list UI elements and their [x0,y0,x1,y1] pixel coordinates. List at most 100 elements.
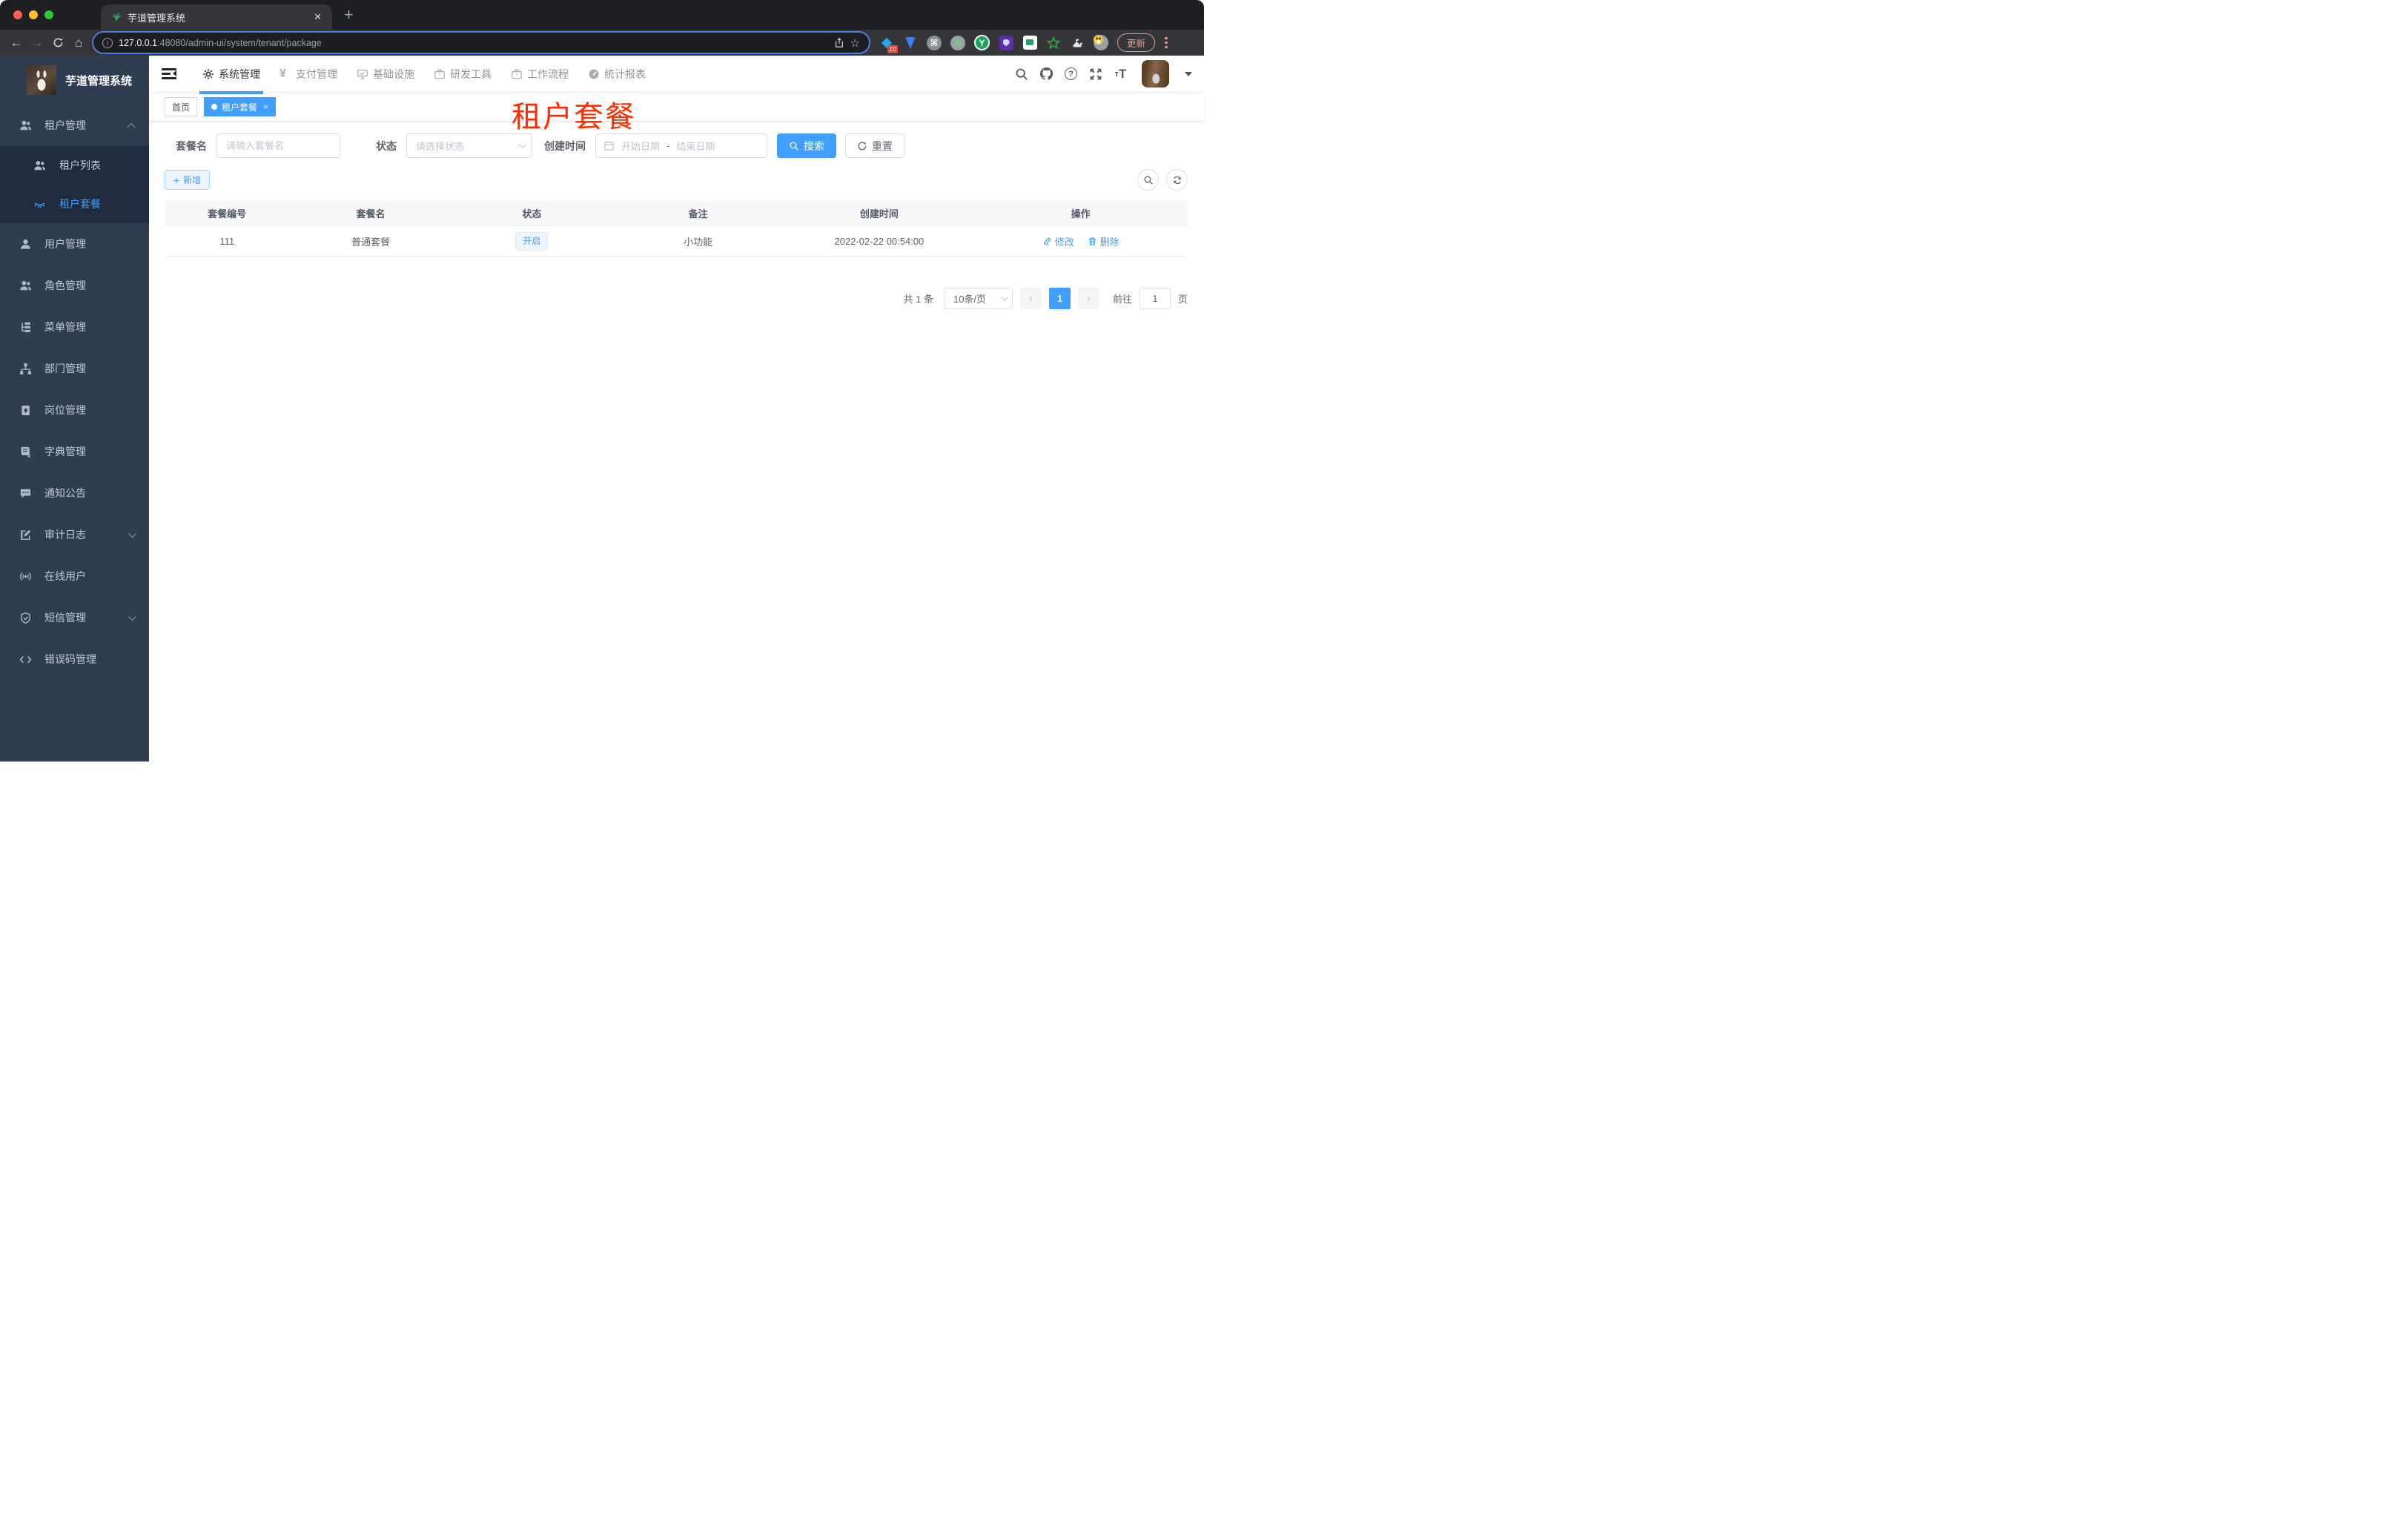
topnav-item-infra[interactable]: 基础设施 [347,56,424,93]
sidebar-item-dept-management[interactable]: 部门管理 [0,348,149,389]
sidebar-item-tenant-management[interactable]: 租户管理 [0,105,149,146]
extension-chat-icon[interactable] [1022,36,1037,50]
package-table: 套餐编号 套餐名 状态 备注 创建时间 操作 111 普通套餐 开启 小功能 2… [165,201,1188,257]
avatar[interactable] [1142,60,1169,87]
page-unit-label: 页 [1177,294,1188,305]
start-date-placeholder[interactable]: 开始日期 [621,139,660,153]
chrome-menu-icon[interactable] [1161,37,1171,48]
browser-tab[interactable]: 芋道管理系统 ✕ [101,4,332,30]
end-date-placeholder[interactable]: 结束日期 [676,139,715,153]
extension-y-icon[interactable]: Y [974,35,990,50]
extension-shield-icon[interactable] [999,35,1013,50]
extension-gem-icon[interactable] [903,36,918,50]
goto-label: 前往 [1112,294,1132,305]
profile-emoji-icon[interactable] [1094,35,1108,50]
gear-icon [202,68,214,80]
tag-tenant-package[interactable]: 租户套餐 × [204,97,277,116]
tag-home[interactable]: 首页 [165,97,198,116]
pagination-total: 共 1 条 [903,294,933,305]
browser-chrome: 芋道管理系统 ✕ + ← → ⌂ i 127.0.0.1:48080/admin… [0,0,1204,56]
sidebar-item-tenant-package[interactable]: 租户套餐 [0,185,149,223]
delete-link[interactable]: 删除 [1088,234,1119,248]
sidebar-item-tenant-list[interactable]: 租户列表 [0,146,149,185]
table-header: 套餐编号 套餐名 状态 备注 创建时间 操作 [165,201,1188,226]
reset-button[interactable]: 重置 [845,133,904,158]
extensions-puzzle-icon[interactable] [1070,36,1085,50]
page-content: 套餐名 状态 请选择状态 创建时间 开始日期 - 结束日期 [149,122,1204,762]
share-icon[interactable] [834,37,844,48]
extension-diamond-icon[interactable]: 10 [879,36,898,53]
url-bar[interactable]: i 127.0.0.1:48080/admin-ui/system/tenant… [93,33,869,53]
users-icon [19,280,32,292]
page-size-select[interactable]: 10条/页 [943,288,1013,309]
topnav-item-report[interactable]: 统计报表 [578,56,655,93]
date-range-picker[interactable]: 开始日期 - 结束日期 [595,133,767,158]
zoom-window-button[interactable] [44,10,53,19]
refresh-button[interactable] [1166,169,1188,191]
prev-page-button[interactable]: ‹ [1019,288,1042,309]
fullscreen-icon[interactable] [1088,67,1102,81]
reload-button[interactable] [47,33,68,53]
chrome-update-button[interactable]: 更新 [1117,33,1156,52]
topnav-item-payment[interactable]: ¥ 支付管理 [270,56,347,93]
tab-strip: 芋道管理系统 ✕ + [0,0,1204,30]
topnav-item-devtools[interactable]: 研发工具 [424,56,501,93]
new-tab-button[interactable]: + [344,7,354,23]
github-icon[interactable] [1039,67,1054,81]
extension-recorder-icon[interactable] [950,35,965,50]
site-info-icon[interactable]: i [102,37,113,48]
sidebar-item-post-management[interactable]: 岗位管理 [0,389,149,431]
topnav-item-workflow[interactable]: 工作流程 [501,56,578,93]
window-controls[interactable] [13,10,53,19]
sidebar-logo[interactable]: 芋道管理系统 [0,56,149,105]
minimize-window-button[interactable] [29,10,38,19]
goto-page-input[interactable] [1139,288,1171,309]
sidebar-item-user-management[interactable]: 用户管理 [0,223,149,265]
sidebar-item-audit-log[interactable]: 审计日志 [0,514,149,555]
tags-view: 首页 租户套餐 × [149,93,1204,122]
package-name-label: 套餐名 [176,139,207,152]
back-button[interactable]: ← [6,33,27,53]
sidebar-item-role-management[interactable]: 角色管理 [0,265,149,306]
extension-command-icon[interactable]: ⌘ [927,35,942,50]
collapse-sidebar-icon[interactable] [162,68,176,79]
code-icon [19,653,32,666]
plus-icon: + [173,174,180,186]
sidebar-item-online-users[interactable]: 在线用户 [0,555,149,597]
status-label: 状态 [376,139,397,152]
tab-close-icon[interactable]: ✕ [314,11,322,23]
org-icon [19,363,32,375]
header-actions: ? тT [1014,60,1192,87]
sidebar-item-dict-management[interactable]: 字典管理 [0,431,149,472]
forward-button[interactable]: → [27,33,47,53]
sidebar-item-notice[interactable]: 通知公告 [0,472,149,514]
next-page-button[interactable]: › [1077,288,1099,309]
search-button[interactable]: 搜索 [777,133,836,158]
extension-star-icon[interactable] [1046,36,1061,50]
current-page-button[interactable]: 1 [1048,288,1071,309]
sidebar-menu: 租户管理 租户列表 租户套餐 用户管理 角色管理 菜单管理 部门管理 岗位管理 … [0,105,149,680]
sidebar-item-menu-management[interactable]: 菜单管理 [0,306,149,348]
font-size-icon[interactable]: тT [1114,67,1128,81]
close-window-button[interactable] [13,10,22,19]
message-icon [19,487,32,500]
chevron-down-icon [128,529,137,538]
url-host: 127.0.0.1 [119,37,158,48]
topnav-item-system[interactable]: 系统管理 [193,56,270,94]
edit-link[interactable]: 修改 [1042,234,1074,248]
tag-close-icon[interactable]: × [263,102,268,112]
home-button[interactable]: ⌂ [68,33,89,53]
search-icon[interactable] [1014,67,1028,81]
toggle-search-button[interactable] [1137,169,1159,191]
caret-down-icon[interactable] [1185,71,1192,76]
bookmark-star-icon[interactable]: ☆ [850,36,860,50]
add-button[interactable]: + 新增 [165,170,211,190]
chevron-down-icon [128,612,137,621]
help-icon[interactable]: ? [1065,67,1077,80]
briefcase-icon [434,68,446,80]
shield-check-icon [19,612,32,624]
sidebar-item-sms-management[interactable]: 短信管理 [0,597,149,638]
package-name-input[interactable] [216,133,340,158]
status-select[interactable]: 请选择状态 [406,133,532,158]
sidebar-item-error-code[interactable]: 错误码管理 [0,638,149,680]
